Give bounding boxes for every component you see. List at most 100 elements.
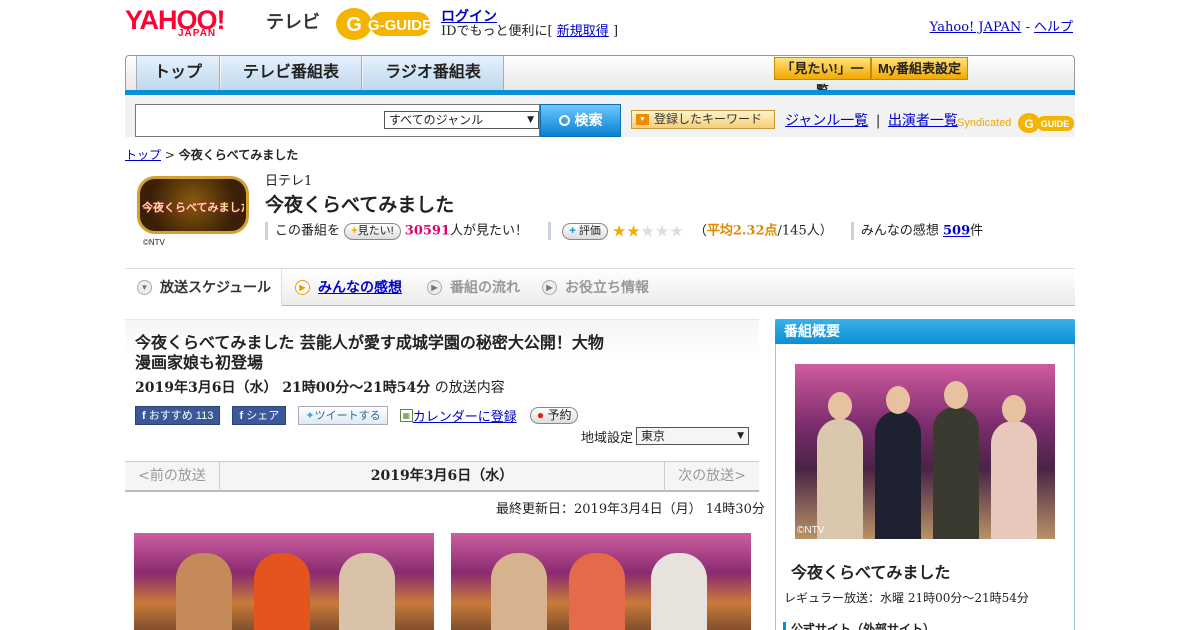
rating-count: /145人） <box>777 223 833 239</box>
program-logo-copyright: ©NTV <box>143 238 165 247</box>
stat-divider <box>850 222 854 240</box>
play-icon: ▶ <box>295 279 310 295</box>
region-select-value: 東京 <box>641 429 666 443</box>
registered-keyword-button[interactable]: ▼ 登録したキーワード <box>631 110 775 129</box>
rate-button[interactable]: + 評価 <box>562 222 608 240</box>
want-to-watch-button[interactable]: +見たい! <box>344 222 401 240</box>
chevron-down-icon: ▼ <box>137 279 152 295</box>
chevron-down-icon: ▼ <box>737 431 744 441</box>
twitter-icon: ✦ <box>305 410 315 422</box>
next-broadcast-button[interactable]: 次の放送> <box>664 462 759 491</box>
tab-broadcast-schedule[interactable]: ▼ 放送スケジュール <box>125 269 282 306</box>
program-tabs: ▼ 放送スケジュール ▶ みんなの感想 ▶ 番組の流れ ▶ お役立ち情報 <box>125 268 1075 306</box>
tab-impressions[interactable]: ▶ みんなの感想 <box>295 269 402 306</box>
performer-list-link[interactable]: 出演者一覧 <box>888 113 958 129</box>
episode-date: 2019年3月6日（水） 21時00分～21時54分 <box>135 380 431 396</box>
want-to-watch-label: 見たい! <box>357 224 394 237</box>
play-icon: ▶ <box>427 279 442 295</box>
facebook-recommend-button[interactable]: f おすすめ 113 <box>135 406 221 425</box>
header-link-separator: - <box>1025 20 1030 35</box>
episode-photo-1 <box>134 533 434 630</box>
syndicated-gguide-badge: Syndicated G GUIDE <box>957 112 1075 134</box>
region-select[interactable]: 東京 ▼ <box>636 427 749 445</box>
nav-tab-radio-schedule[interactable]: ラジオ番組表 <box>363 56 504 93</box>
search-button[interactable]: 検索 <box>540 104 621 137</box>
want-count: 30591 <box>404 223 451 239</box>
photo-person <box>991 421 1037 539</box>
want-prefix: この番組を <box>275 223 341 239</box>
search-button-label: 検索 <box>574 112 603 128</box>
want-list-button[interactable]: 「見たい!」一覧 <box>774 57 871 98</box>
gguide-small-logo-icon: G GUIDE <box>1017 113 1074 133</box>
genre-list-link[interactable]: ジャンル一覧 <box>785 113 868 129</box>
official-site-heading[interactable]: 公式サイト（外部サイト） <box>783 622 935 630</box>
dropdown-triangle-icon: ▼ <box>636 114 649 125</box>
registered-keyword-label: 登録したキーワード <box>654 112 763 126</box>
plus-icon: + <box>569 224 576 237</box>
overview-photo-copyright: ©NTV <box>797 525 825 536</box>
photo-person <box>491 553 547 630</box>
tab-flow-label: 番組の流れ <box>450 279 520 295</box>
gguide-logo[interactable]: G G-GUIDE <box>332 6 432 42</box>
search-icon <box>558 114 570 126</box>
previous-broadcast-button[interactable]: <前の放送 <box>125 462 220 491</box>
rating-star-icon: ★ <box>611 221 627 240</box>
tweet-button[interactable]: ✦ツイートする <box>298 406 388 425</box>
photo-person <box>817 419 863 539</box>
login-sub-suffix: ] <box>612 24 619 39</box>
reserve-button[interactable]: ● 予約 <box>529 407 579 424</box>
want-suffix: 人が見たい！ <box>450 223 529 239</box>
svg-text:G: G <box>1024 117 1033 131</box>
tweet-label: ツイートする <box>314 410 381 422</box>
episode-title: 今夜くらべてみました 芸能人が愛す成城学園の秘密大公開！大物漫画家娘も初登場 <box>135 333 604 372</box>
photo-person <box>875 411 921 539</box>
facebook-icon: f <box>142 410 146 422</box>
overview-program-title: 今夜くらべてみました <box>791 563 951 582</box>
register-link[interactable]: 新規取得 <box>557 24 609 39</box>
login-sub-prefix: IDでもっと便利に[ <box>441 24 553 39</box>
genre-select-value: すべてのジャンル <box>389 113 484 127</box>
add-to-calendar-link[interactable]: カレンダーに登録 <box>413 410 517 425</box>
rating-star-icon: ★ <box>640 221 655 240</box>
main-nav: トップ テレビ番組表 ラジオ番組表 「見たい!」一覧 My番組表設定 <box>125 55 1075 98</box>
impressions-count-link[interactable]: 509 <box>943 224 970 239</box>
tab-impressions-label: みんなの感想 <box>318 279 402 295</box>
link-divider: | <box>875 113 881 129</box>
channel-name: 日テレ1 <box>265 174 313 189</box>
program-title: 今夜くらべてみました <box>265 194 455 216</box>
facebook-share-button[interactable]: f シェア <box>232 406 287 425</box>
syndicated-label: Syndicated <box>957 116 1012 129</box>
help-link[interactable]: ヘルプ <box>1034 20 1073 35</box>
tab-info-label: お役立ち情報 <box>565 279 649 295</box>
facebook-recommend-count: 113 <box>195 410 214 422</box>
tab-useful-info[interactable]: ▶ お役立ち情報 <box>542 269 649 306</box>
reserve-label: 予約 <box>547 408 572 422</box>
login-subtext: IDでもっと便利に[ 新規取得 ] <box>441 20 618 39</box>
yahoo-japan-link[interactable]: Yahoo! JAPAN <box>930 20 1022 35</box>
yahoo-japan-logo-text: JAPAN <box>178 28 217 39</box>
rate-button-label: 評価 <box>578 224 601 237</box>
nav-tab-top[interactable]: トップ <box>136 56 220 93</box>
program-overview-photo <box>795 364 1055 539</box>
photo-person <box>569 553 625 630</box>
photo-person-head <box>886 386 910 414</box>
photo-person <box>254 553 310 630</box>
search-side-links: ジャンル一覧 | 出演者一覧 <box>785 110 958 130</box>
my-schedule-settings-button[interactable]: My番組表設定 <box>871 57 968 80</box>
nav-tab-tv-schedule[interactable]: テレビ番組表 <box>221 56 362 93</box>
episode-date-suffix: の放送内容 <box>434 380 505 396</box>
photo-person <box>651 553 707 630</box>
rating-average: 平均2.32点 <box>706 223 778 239</box>
impressions-unit: 件 <box>970 223 984 239</box>
facebook-icon: f <box>239 410 244 422</box>
photo-person-head <box>828 392 852 420</box>
regular-broadcast-time: レギュラー放送：水曜 21時00分～21時54分 <box>784 591 1029 605</box>
stat-divider <box>265 222 268 240</box>
tab-program-flow[interactable]: ▶ 番組の流れ <box>427 269 520 306</box>
genre-select[interactable]: すべてのジャンル ▼ <box>384 111 539 129</box>
photo-person-head <box>944 381 968 409</box>
program-overview-header: 番組概要 <box>775 319 1075 344</box>
episode-datetime: 2019年3月6日（水） 21時00分～21時54分 の放送内容 <box>135 377 505 397</box>
breadcrumb-top-link[interactable]: トップ <box>125 148 161 162</box>
rating-star-icon: ★ <box>626 221 641 240</box>
